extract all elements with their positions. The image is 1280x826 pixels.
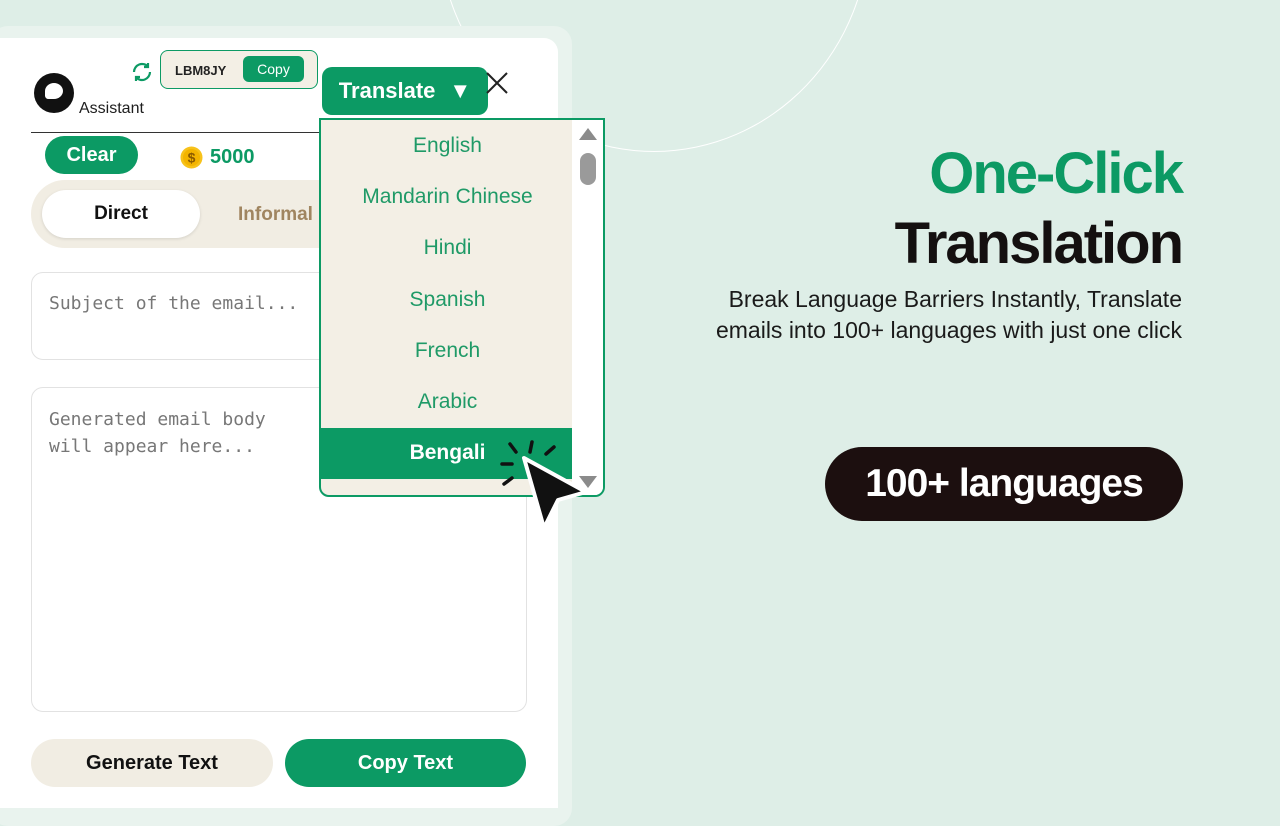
promo-subtext: Break Language Barriers Instantly, Trans… [715,286,1182,343]
body-placeholder: Generated email body will appear here... [49,409,277,457]
language-option[interactable]: Mandarin Chinese [321,171,574,222]
svg-text:$: $ [188,150,196,166]
credits-count: 5000 [210,146,255,168]
tone-informal-tab[interactable]: Informal [238,204,313,226]
language-option[interactable]: Hindi [321,223,574,274]
logo-icon [34,73,74,113]
headline: Translation [894,211,1184,276]
headline-accent: One-Click [929,141,1184,206]
tone-direct-tab[interactable]: Direct [42,190,200,238]
coin-icon: $ [180,146,203,169]
language-option[interactable]: French [321,325,574,376]
refresh-icon[interactable] [130,60,154,84]
language-list: English Mandarin Chinese Hindi Spanish F… [321,120,574,480]
scroll-thumb[interactable] [580,153,596,185]
chevron-down-icon: ▼ [449,78,472,103]
language-option[interactable]: Spanish [321,274,574,325]
cursor-icon [500,440,588,530]
language-option[interactable]: Arabic [321,376,574,427]
copy-code-button[interactable]: Copy [243,56,304,82]
copy-text-button[interactable]: Copy Text [285,739,526,787]
languages-badge: 100+ languages [825,447,1183,521]
subject-placeholder: Subject of the email... [49,293,299,314]
translate-label: Translate [338,78,436,103]
scroll-up-arrow-icon[interactable] [579,128,597,140]
language-option[interactable]: English [321,120,574,171]
translate-button[interactable]: Translate ▼ [322,67,488,115]
close-icon[interactable] [484,70,510,96]
clear-button[interactable]: Clear [45,136,138,174]
referral-code: LBM8JY [175,63,227,78]
app-label: Assistant [79,100,144,117]
subject-input[interactable]: Subject of the email... [31,272,331,360]
header-divider [31,132,323,133]
generate-text-button[interactable]: Generate Text [31,739,273,787]
referral-code-box: LBM8JY Copy [160,50,318,89]
